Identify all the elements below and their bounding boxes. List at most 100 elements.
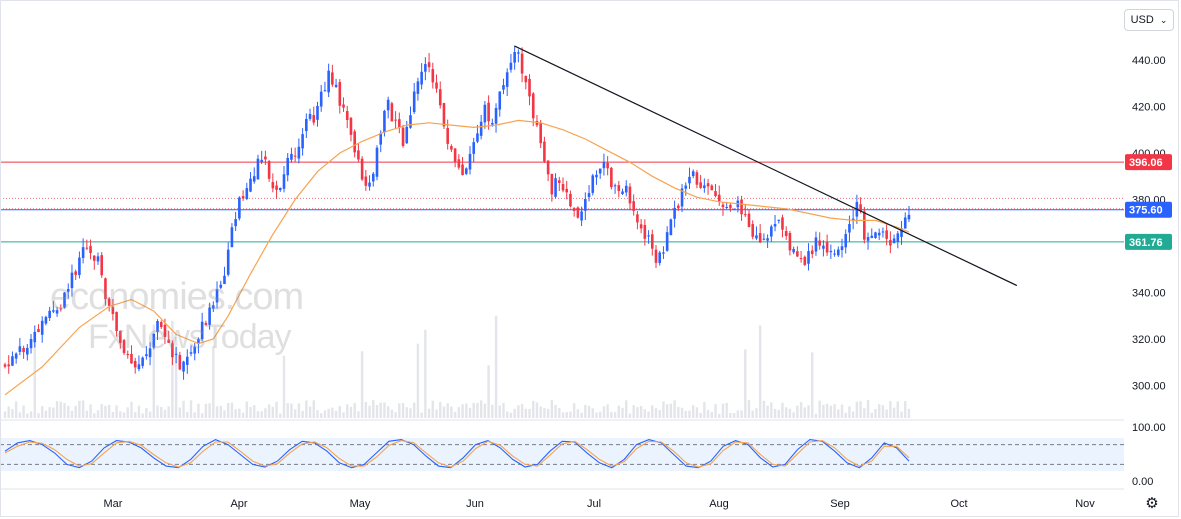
- volume-bar: [729, 412, 732, 418]
- candle: [710, 184, 714, 191]
- candle-body: [613, 185, 617, 187]
- volume-bar: [107, 404, 111, 418]
- candle: [903, 212, 907, 229]
- candle: [896, 230, 900, 249]
- volume-bar: [818, 400, 821, 418]
- candle-body: [881, 231, 885, 233]
- candle: [881, 227, 885, 238]
- candle: [900, 220, 903, 245]
- candle-body: [420, 71, 423, 85]
- candle: [803, 255, 807, 267]
- candle-body: [22, 348, 25, 353]
- volume-bar: [409, 408, 412, 418]
- candle: [137, 355, 141, 372]
- volume-bar: [394, 412, 397, 418]
- candle-body: [44, 316, 48, 324]
- volume-bar: [457, 407, 461, 418]
- candle-body: [658, 252, 662, 263]
- volume-bar: [561, 412, 565, 418]
- candle-body: [602, 162, 606, 169]
- candle: [238, 196, 241, 221]
- candle: [494, 103, 498, 133]
- candle-body: [610, 167, 613, 188]
- candle: [226, 242, 230, 277]
- volume-bar: [796, 405, 799, 418]
- volume-bar: [762, 400, 766, 418]
- volume-bar: [346, 404, 349, 418]
- candle: [691, 169, 695, 179]
- candle: [740, 195, 743, 221]
- volume-bar: [197, 403, 200, 418]
- candle-body: [688, 176, 691, 184]
- volume-bar: [111, 412, 115, 418]
- volume-bar: [532, 400, 535, 418]
- volume-bar: [41, 406, 44, 418]
- candle: [505, 68, 509, 96]
- volume-bar: [509, 412, 513, 418]
- candle-body: [829, 250, 833, 253]
- x-tick-label: Sep: [830, 498, 850, 510]
- candle-body: [264, 156, 267, 160]
- volume-bar: [450, 406, 453, 418]
- candle-body: [457, 159, 461, 168]
- candle: [889, 231, 892, 254]
- candle-body: [81, 247, 85, 259]
- volume-bar: [662, 401, 665, 418]
- volume-bar: [684, 410, 687, 418]
- candle: [829, 244, 833, 259]
- candle: [807, 243, 810, 271]
- candle: [424, 57, 427, 81]
- price-tag-text: 361.76: [1129, 237, 1163, 249]
- volume-bar: [539, 406, 542, 418]
- candle: [814, 231, 818, 256]
- price-chart[interactable]: 440.00420.00400.00380.00340.00320.00300.…: [0, 0, 1181, 519]
- volume-bar: [453, 411, 457, 418]
- candle-body: [353, 131, 356, 153]
- volume-bar: [85, 410, 89, 418]
- y-axis: 440.00420.00400.00380.00340.00320.00300.…: [1132, 55, 1166, 488]
- candle-body: [327, 70, 330, 93]
- volume-bar: [37, 413, 40, 418]
- candle: [836, 246, 840, 257]
- candle: [762, 233, 766, 241]
- volume-bar: [636, 407, 639, 418]
- candle-body: [807, 251, 810, 264]
- volume-bar: [405, 407, 408, 418]
- candle: [271, 173, 275, 193]
- trendline-line: [514, 45, 1018, 287]
- volume-bar: [33, 336, 36, 418]
- candle-body: [464, 168, 468, 174]
- candle-body: [799, 258, 803, 260]
- candle: [360, 156, 364, 181]
- candle: [598, 168, 602, 179]
- candle-body: [595, 174, 598, 178]
- volume-bar: [602, 406, 606, 418]
- currency-selector[interactable]: USD ⌄: [1124, 9, 1174, 31]
- volume-bar: [732, 413, 736, 418]
- volume-bar: [584, 404, 587, 418]
- y-tick-label: 340.00: [1132, 288, 1166, 300]
- volume-bar: [506, 411, 509, 418]
- candle: [717, 185, 721, 206]
- volume-bar: [145, 408, 148, 418]
- volume-bar: [446, 403, 449, 418]
- candle-body: [256, 158, 260, 180]
- candle: [866, 232, 870, 250]
- volume-bar: [900, 411, 903, 418]
- volume-bar: [29, 411, 33, 418]
- candle: [457, 154, 461, 170]
- candle-body: [301, 134, 304, 149]
- candle-body: [230, 227, 234, 248]
- candle-body: [636, 214, 639, 223]
- candle-body: [137, 364, 141, 370]
- candle: [483, 100, 487, 129]
- gear-icon[interactable]: ⚙: [1143, 494, 1161, 512]
- volume-bar: [186, 411, 189, 418]
- candle: [833, 249, 836, 257]
- volume-bar: [312, 400, 315, 418]
- candle-body: [487, 102, 490, 122]
- candle-body: [278, 188, 282, 191]
- candle: [788, 230, 792, 256]
- candle-body: [178, 354, 182, 370]
- volume-bar: [617, 405, 620, 418]
